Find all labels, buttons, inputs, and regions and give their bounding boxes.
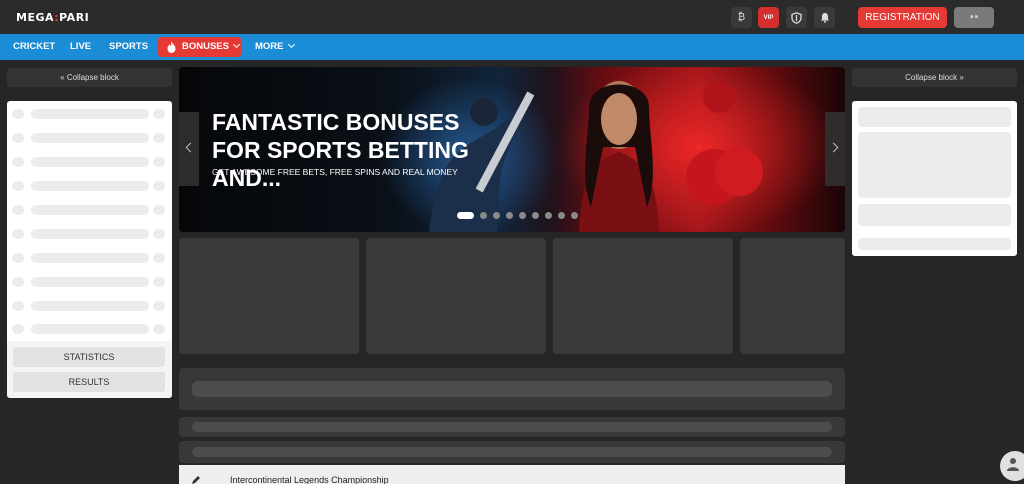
results-button[interactable]: RESULTS <box>13 372 165 392</box>
skeleton-row <box>7 253 172 263</box>
statistics-button[interactable]: STATISTICS <box>13 347 165 367</box>
skeleton-block <box>858 107 1011 127</box>
skeleton-bar <box>192 422 832 432</box>
skeleton-bar <box>192 381 832 397</box>
stats-area: STATISTICS RESULTS <box>7 341 172 398</box>
slide-dot[interactable] <box>493 212 500 219</box>
skeleton-block <box>858 132 1011 198</box>
banner-prev-button[interactable] <box>179 112 199 186</box>
slide-dot[interactable] <box>558 212 565 219</box>
slide-dot[interactable] <box>457 212 474 219</box>
skeleton-row <box>7 205 172 215</box>
nav-more-label: MORE <box>255 41 284 52</box>
chevron-left-icon <box>185 142 196 153</box>
double-chevron-right-icon: » <box>959 73 964 82</box>
logo-text-left: MEGA <box>16 11 55 24</box>
promo-banner[interactable]: FANTASTIC BONUSES FOR SPORTS BETTING AND… <box>179 67 845 232</box>
skeleton-block <box>858 238 1011 250</box>
collapse-label: Collapse block <box>66 73 119 82</box>
pencil-icon <box>192 476 200 484</box>
top-header: MEGA:PARI ₿ VIP REGISTRATION ■ ■ <box>0 0 1024 34</box>
slide-dot[interactable] <box>480 212 487 219</box>
bell-icon[interactable] <box>814 7 835 28</box>
slide-dot[interactable] <box>532 212 539 219</box>
promo-card[interactable] <box>740 238 845 354</box>
skeleton-block <box>179 417 845 437</box>
nav-item-cricket[interactable]: CRICKET <box>13 34 55 60</box>
skeleton-row <box>7 229 172 239</box>
promo-card[interactable] <box>553 238 733 354</box>
flame-icon <box>167 41 176 53</box>
nav-item-sports[interactable]: SPORTS <box>109 34 148 60</box>
promo-card[interactable] <box>366 238 546 354</box>
double-chevron-left-icon: « <box>60 73 65 82</box>
left-sidebar: STATISTICS RESULTS <box>7 101 172 398</box>
promo-card[interactable] <box>179 238 359 354</box>
skeleton-row <box>7 157 172 167</box>
collapse-label: Collapse block <box>905 73 958 82</box>
skeleton-block <box>179 368 845 410</box>
nav-item-live[interactable]: LIVE <box>70 34 91 60</box>
shield-icon[interactable] <box>786 7 807 28</box>
slide-dot[interactable] <box>506 212 513 219</box>
skeleton-row <box>7 301 172 311</box>
vip-icon[interactable]: VIP <box>758 7 779 28</box>
nav-bonuses-label: BONUSES <box>182 41 229 52</box>
chevron-right-icon <box>828 142 839 153</box>
skeleton-row <box>7 181 172 191</box>
skeleton-row <box>7 133 172 143</box>
login-button[interactable]: ■ ■ <box>954 7 994 28</box>
banner-next-button[interactable] <box>825 112 845 186</box>
megapari-logo[interactable]: MEGA:PARI <box>16 11 89 24</box>
registration-button[interactable]: REGISTRATION <box>858 7 947 28</box>
nav-item-more[interactable]: MORE <box>255 34 295 60</box>
bitcoin-icon[interactable]: ₿ <box>731 7 752 28</box>
user-chat-icon <box>1007 458 1019 471</box>
logo-text-right: PARI <box>59 11 90 24</box>
skeleton-block <box>858 204 1011 226</box>
skeleton-row <box>7 109 172 119</box>
slide-dot[interactable] <box>519 212 526 219</box>
skeleton-block <box>179 441 845 463</box>
slide-dot[interactable] <box>571 212 578 219</box>
right-collapse-button[interactable]: Collapse block » <box>852 68 1017 87</box>
chat-button[interactable] <box>1000 451 1024 481</box>
left-collapse-button[interactable]: « Collapse block <box>7 68 172 87</box>
skeleton-bar <box>192 447 832 457</box>
skeleton-row <box>7 277 172 287</box>
main-nav: CRICKET LIVE SPORTS BONUSES MORE <box>0 34 1024 60</box>
nav-item-bonuses[interactable]: BONUSES <box>158 37 241 57</box>
skeleton-row <box>7 324 172 334</box>
right-sidebar <box>852 101 1017 256</box>
event-row[interactable]: Intercontinental Legends Championship <box>179 465 845 484</box>
vip-label: VIP <box>763 14 774 21</box>
chevron-down-icon <box>287 40 295 49</box>
banner-subtitle: GET AWESOME FREE BETS, FREE SPINS AND RE… <box>212 167 458 177</box>
slide-dot[interactable] <box>545 212 552 219</box>
event-title: Intercontinental Legends Championship <box>230 475 389 484</box>
banner-title: FANTASTIC BONUSES FOR SPORTS BETTING AND… <box>212 109 469 191</box>
chevron-down-icon <box>232 40 241 49</box>
